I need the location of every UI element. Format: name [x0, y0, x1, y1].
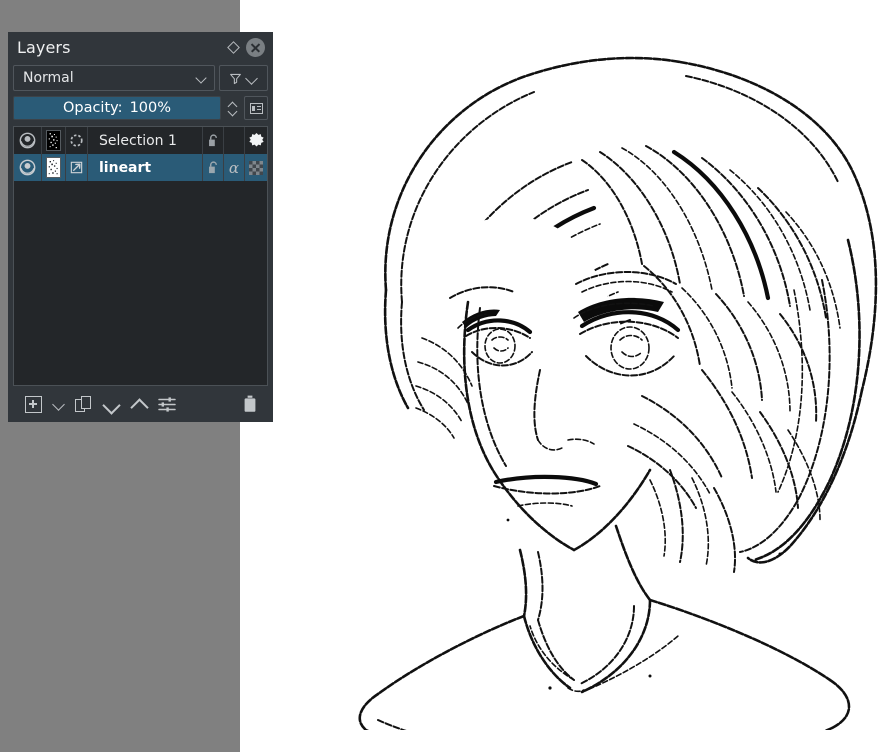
selection-blob-icon — [248, 132, 264, 147]
layer-properties-toggle[interactable] — [244, 96, 268, 120]
add-layer-dropdown[interactable] — [47, 391, 69, 417]
docker-titlebar: Layers — [8, 32, 273, 63]
chevron-down-icon — [52, 400, 65, 409]
opacity-spinner[interactable] — [224, 96, 241, 120]
duplicate-layer-button[interactable] — [69, 391, 97, 417]
chevron-down-icon — [102, 398, 120, 410]
chevron-down-icon — [245, 74, 258, 83]
layer-type-icon-cell[interactable] — [66, 127, 88, 154]
eye-icon — [19, 132, 36, 149]
blend-mode-row: Normal — [8, 63, 273, 93]
add-layer-button[interactable] — [19, 391, 47, 417]
chevron-down-icon — [196, 72, 208, 84]
trash-icon — [244, 395, 256, 412]
layer-properties-button[interactable] — [153, 391, 181, 417]
layer-alpha-cell — [223, 127, 244, 154]
layer-name: Selection 1 — [99, 132, 177, 149]
layer-visibility-toggle[interactable] — [14, 127, 42, 154]
layers-docker-panel: Layers Normal Opacity: 100% Selection 1 … — [8, 32, 273, 422]
unlocked-padlock-icon — [208, 133, 217, 146]
layer-thumbnail[interactable] — [42, 127, 66, 154]
layer-name-cell[interactable]: Selection 1 — [88, 127, 202, 154]
spin-down-icon[interactable] — [228, 109, 237, 115]
selection-mask-icon — [70, 134, 83, 147]
page-title: Layers — [17, 37, 71, 57]
opacity-row: Opacity: 100% — [8, 95, 273, 121]
layer-thumbnail[interactable] — [42, 154, 66, 181]
selection-mask-thumbnail — [46, 130, 61, 151]
unlocked-padlock-icon — [208, 160, 217, 173]
selection-indicator-cell[interactable] — [244, 127, 267, 154]
opacity-slider[interactable]: Opacity: 100% — [13, 96, 221, 120]
lineart-thumbnail — [46, 157, 61, 178]
layers-toolbar — [8, 386, 273, 422]
opacity-label: Opacity: — [62, 100, 123, 116]
table-row[interactable]: lineart α — [14, 154, 267, 181]
alpha-lock-toggle[interactable] — [244, 154, 267, 181]
sliders-icon — [158, 396, 176, 412]
alpha-symbol-icon: α — [228, 158, 240, 177]
blend-mode-select[interactable]: Normal — [13, 65, 215, 91]
layer-filter-button[interactable] — [219, 65, 268, 91]
move-layer-down-button[interactable] — [97, 391, 125, 417]
inherit-alpha-arrow-icon — [70, 161, 83, 174]
layer-name-cell[interactable]: lineart — [88, 154, 202, 181]
opacity-value: 100% — [129, 100, 172, 116]
eye-icon — [19, 159, 36, 176]
layer-type-icon-cell[interactable] — [66, 154, 88, 181]
canvas-area[interactable]: .ln { fill:none; stroke:#111111; stroke-… — [240, 0, 886, 752]
layer-list[interactable]: Selection 1 lineart α — [13, 126, 268, 386]
layer-lock-toggle[interactable] — [202, 127, 223, 154]
table-row[interactable]: Selection 1 — [14, 127, 267, 154]
close-icon[interactable] — [245, 38, 265, 58]
layer-properties-icon — [249, 102, 263, 114]
plus-in-box-icon — [24, 395, 42, 413]
move-layer-up-button[interactable] — [125, 391, 153, 417]
blend-mode-value: Normal — [23, 70, 74, 86]
layer-visibility-toggle[interactable] — [14, 154, 42, 181]
artwork-lineart[interactable]: .ln { fill:none; stroke:#111111; stroke-… — [282, 40, 886, 730]
chevron-up-icon — [130, 398, 148, 410]
transparency-checker-icon — [249, 160, 263, 175]
layer-name: lineart — [99, 159, 152, 176]
funnel-filter-icon — [230, 73, 241, 84]
inherit-alpha-toggle[interactable]: α — [223, 154, 244, 181]
duplicate-layers-icon — [74, 395, 92, 413]
delete-layer-button[interactable] — [236, 391, 264, 417]
float-diamond-icon[interactable] — [223, 38, 243, 58]
layer-lock-toggle[interactable] — [202, 154, 223, 181]
